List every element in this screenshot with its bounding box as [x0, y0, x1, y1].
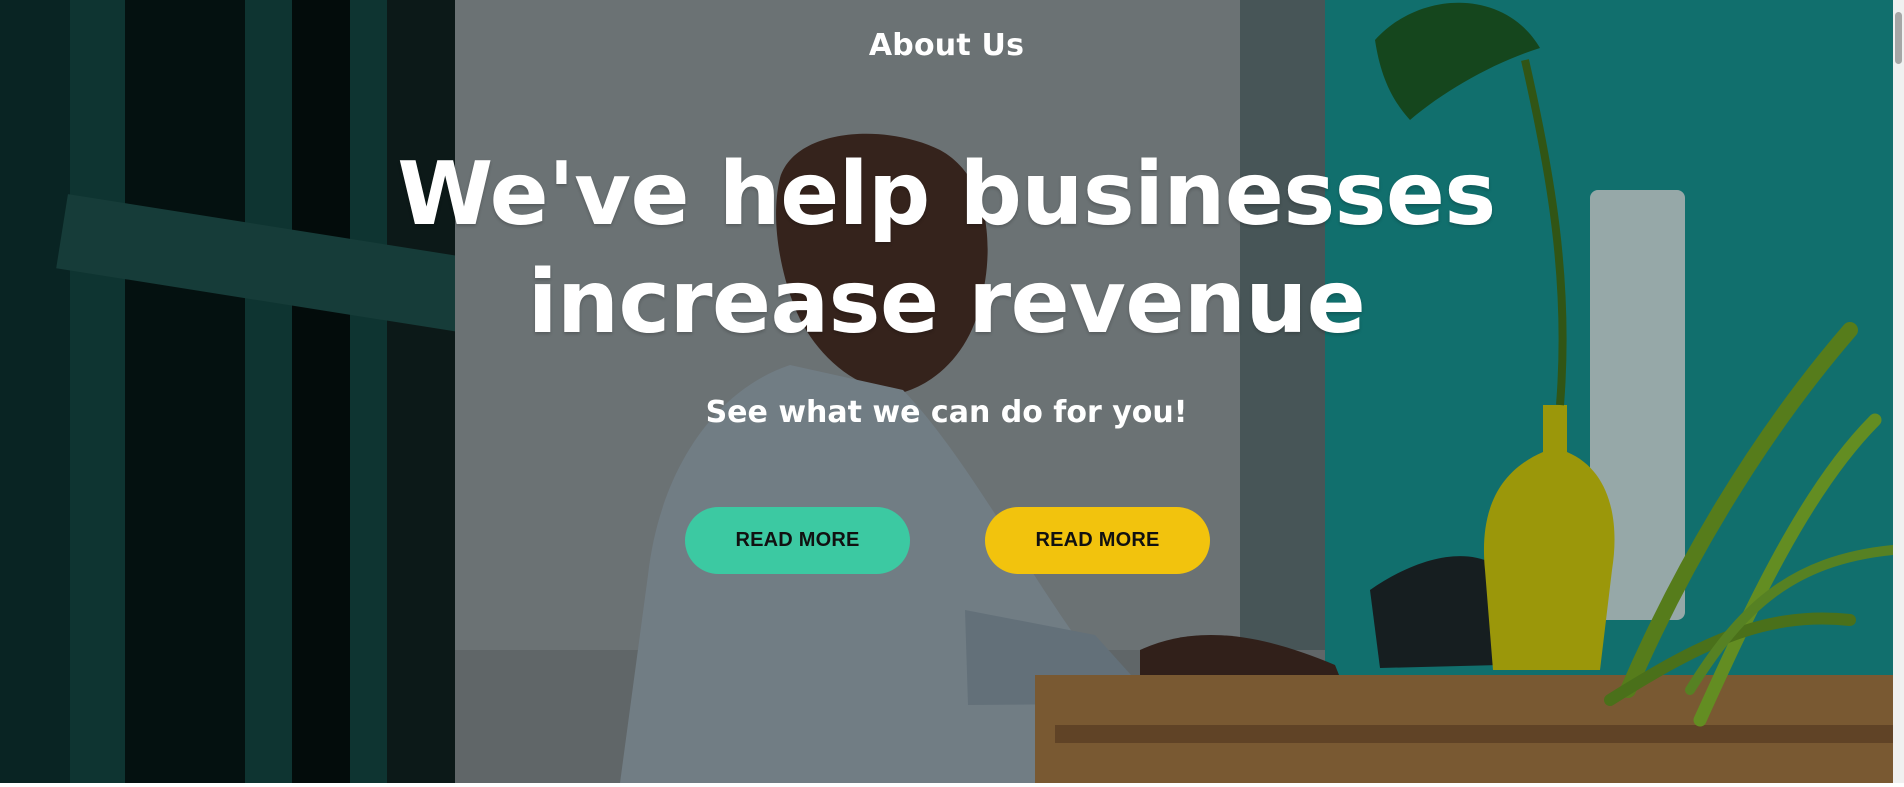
- hero-subheadline: See what we can do for you!: [705, 395, 1188, 430]
- vertical-scrollbar[interactable]: [1893, 0, 1904, 783]
- read-more-button-green[interactable]: READ MORE: [685, 507, 910, 574]
- hero-section: About Us We've help businesses increase …: [0, 0, 1893, 783]
- hero-buttons: READ MORE READ MORE: [685, 507, 1210, 574]
- scrollbar-thumb[interactable]: [1895, 12, 1902, 64]
- about-us-label: About Us: [868, 28, 1025, 63]
- hero-content: About Us We've help businesses increase …: [0, 0, 1893, 783]
- read-more-button-yellow[interactable]: READ MORE: [985, 507, 1210, 574]
- webpage: About Us We've help businesses increase …: [0, 0, 1904, 787]
- hero-headline: We've help businesses increase revenue: [397, 143, 1496, 353]
